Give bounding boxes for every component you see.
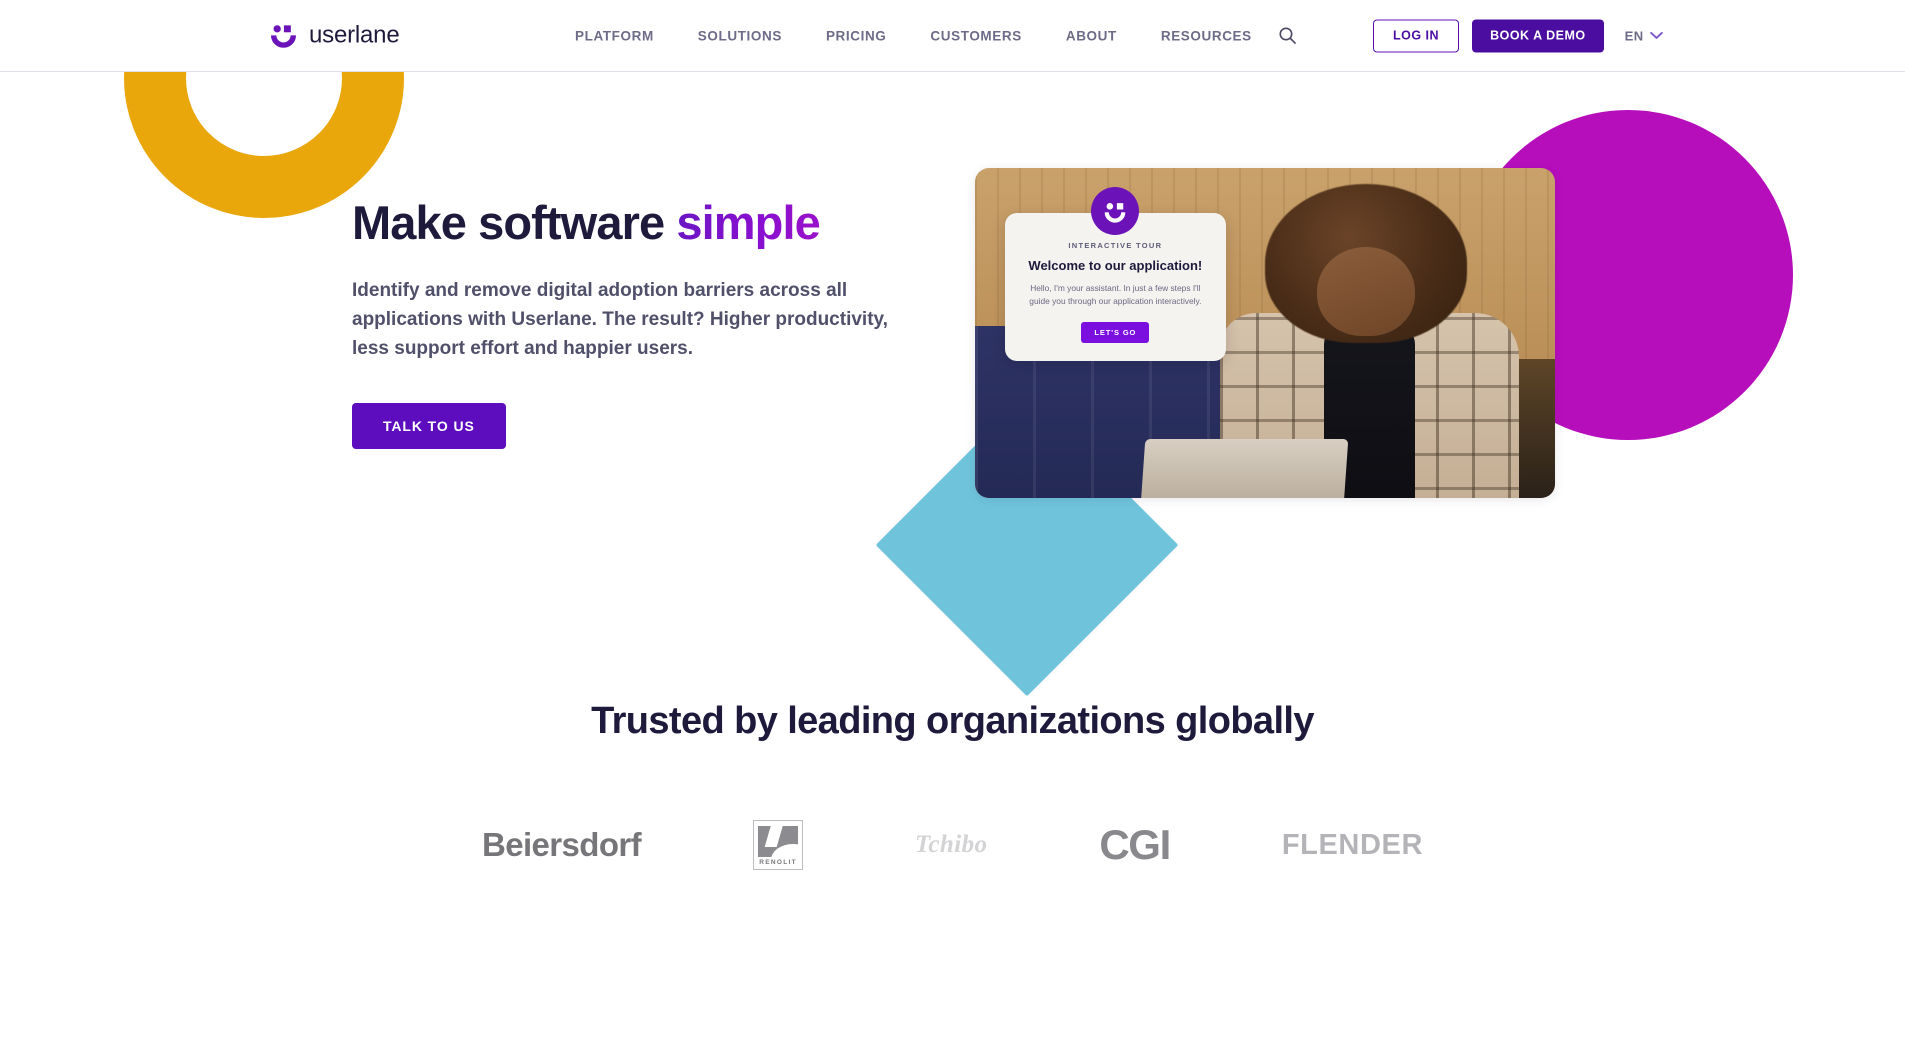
client-logo-row: Beiersdorf RENOLIT Tchibo CGI FLENDER <box>0 815 1905 875</box>
lets-go-button[interactable]: LET'S GO <box>1081 322 1150 344</box>
client-logo-cgi: CGI <box>1099 815 1171 875</box>
brand-wordmark: userlane <box>309 21 400 49</box>
client-logo-tchibo: Tchibo <box>915 815 987 875</box>
nav-item-platform[interactable]: PLATFORM <box>575 28 654 43</box>
page-root: userlane PLATFORM SOLUTIONS PRICING CUST… <box>0 0 1905 1050</box>
cgi-wordmark: CGI <box>1099 821 1171 868</box>
tour-eyebrow: INTERACTIVE TOUR <box>1068 240 1163 250</box>
client-logo-flender: FLENDER <box>1282 815 1423 875</box>
hero-title-main: Make software <box>352 196 677 249</box>
nav-item-customers[interactable]: CUSTOMERS <box>930 28 1021 43</box>
renolit-glyph-icon <box>758 826 799 857</box>
hero-title: Make software simple <box>352 196 932 250</box>
hero-title-accent: simple <box>676 196 820 249</box>
nav-item-solutions[interactable]: SOLUTIONS <box>698 28 782 43</box>
beiersdorf-wordmark: Beiersdorf <box>481 826 642 863</box>
primary-nav: PLATFORM SOLUTIONS PRICING CUSTOMERS ABO… <box>575 28 1252 43</box>
tour-title: Welcome to our application! <box>1028 257 1203 273</box>
flender-wordmark: FLENDER <box>1281 828 1424 861</box>
person-face <box>1317 247 1415 337</box>
trusted-by-section: Trusted by leading organizations globall… <box>0 700 1905 875</box>
renolit-wordmark: RENOLIT <box>759 859 797 866</box>
language-selector[interactable]: EN <box>1625 28 1663 43</box>
brand-logo-link[interactable]: userlane <box>270 21 400 49</box>
client-logo-beiersdorf: Beiersdorf <box>481 815 642 875</box>
header-actions: LOG IN BOOK A DEMO EN <box>1373 19 1663 52</box>
interactive-tour-card: INTERACTIVE TOUR Welcome to our applicat… <box>1005 186 1226 362</box>
renolit-mark-box: RENOLIT <box>753 820 804 870</box>
site-header: userlane PLATFORM SOLUTIONS PRICING CUST… <box>0 0 1905 72</box>
chevron-down-icon <box>1649 31 1663 39</box>
hero-subtitle: Identify and remove digital adoption bar… <box>352 279 888 359</box>
talk-to-us-button[interactable]: TALK TO US <box>352 402 506 449</box>
tour-body-text: Hello, I'm your assistant. In just a few… <box>1029 282 1202 307</box>
userlane-smiley-logo-icon <box>271 24 296 48</box>
tour-avatar <box>1091 186 1140 235</box>
client-logo-renolit: RENOLIT <box>753 815 804 875</box>
userlane-smiley-avatar-icon <box>1105 202 1126 223</box>
nav-item-about[interactable]: ABOUT <box>1066 28 1117 43</box>
photo-laptop <box>1140 438 1349 498</box>
nav-item-pricing[interactable]: PRICING <box>826 28 886 43</box>
trusted-by-title: Trusted by leading organizations globall… <box>591 700 1314 742</box>
hero-copy: Make software simple Identify and remove… <box>352 196 932 449</box>
hero-image: INTERACTIVE TOUR Welcome to our applicat… <box>975 168 1555 498</box>
hero-section: Make software simple Identify and remove… <box>0 72 1905 692</box>
language-label: EN <box>1624 28 1644 43</box>
tchibo-wordmark: Tchibo <box>915 831 988 858</box>
search-button[interactable] <box>1272 21 1302 51</box>
nav-item-resources[interactable]: RESOURCES <box>1161 28 1252 43</box>
book-demo-button[interactable]: BOOK A DEMO <box>1472 19 1604 52</box>
search-icon <box>1278 27 1296 44</box>
login-button[interactable]: LOG IN <box>1373 19 1460 52</box>
